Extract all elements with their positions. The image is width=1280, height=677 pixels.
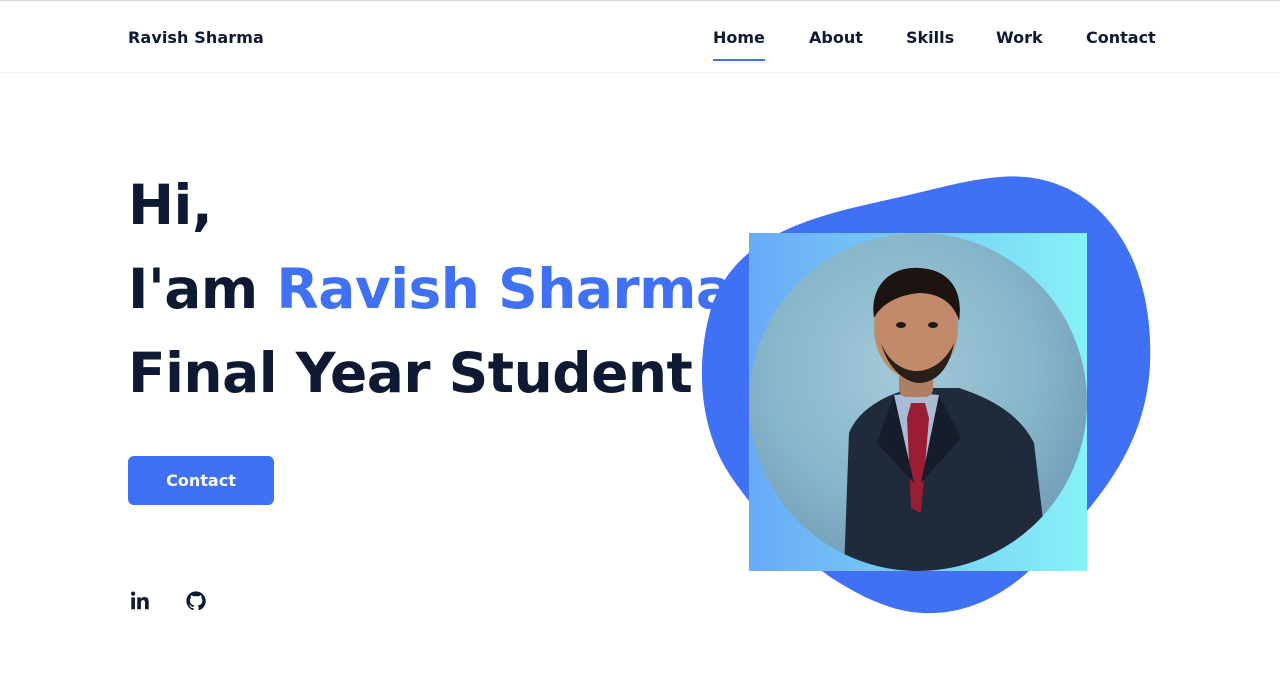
hero-greeting: Hi, [128, 173, 213, 237]
hero-intro: I'am Ravish Sharma [128, 262, 733, 317]
nav-item-about[interactable]: About [809, 28, 863, 47]
nav-item-home[interactable]: Home [713, 28, 765, 61]
hero-name: Ravish Sharma [276, 257, 733, 321]
site-header: Ravish Sharma Home About Skills Work Con… [0, 0, 1280, 73]
nav-item-skills[interactable]: Skills [906, 28, 954, 47]
main-nav: Home About Skills Work Contact [0, 28, 1280, 68]
hero-role: Final Year Student [128, 341, 693, 405]
github-icon[interactable] [185, 590, 207, 612]
contact-button[interactable]: Contact [128, 456, 274, 505]
hero-intro-prefix: I'am [128, 257, 277, 321]
profile-photo [749, 233, 1087, 571]
nav-item-work[interactable]: Work [996, 28, 1043, 47]
linkedin-icon[interactable] [129, 590, 151, 612]
nav-item-contact[interactable]: Contact [1086, 28, 1156, 47]
